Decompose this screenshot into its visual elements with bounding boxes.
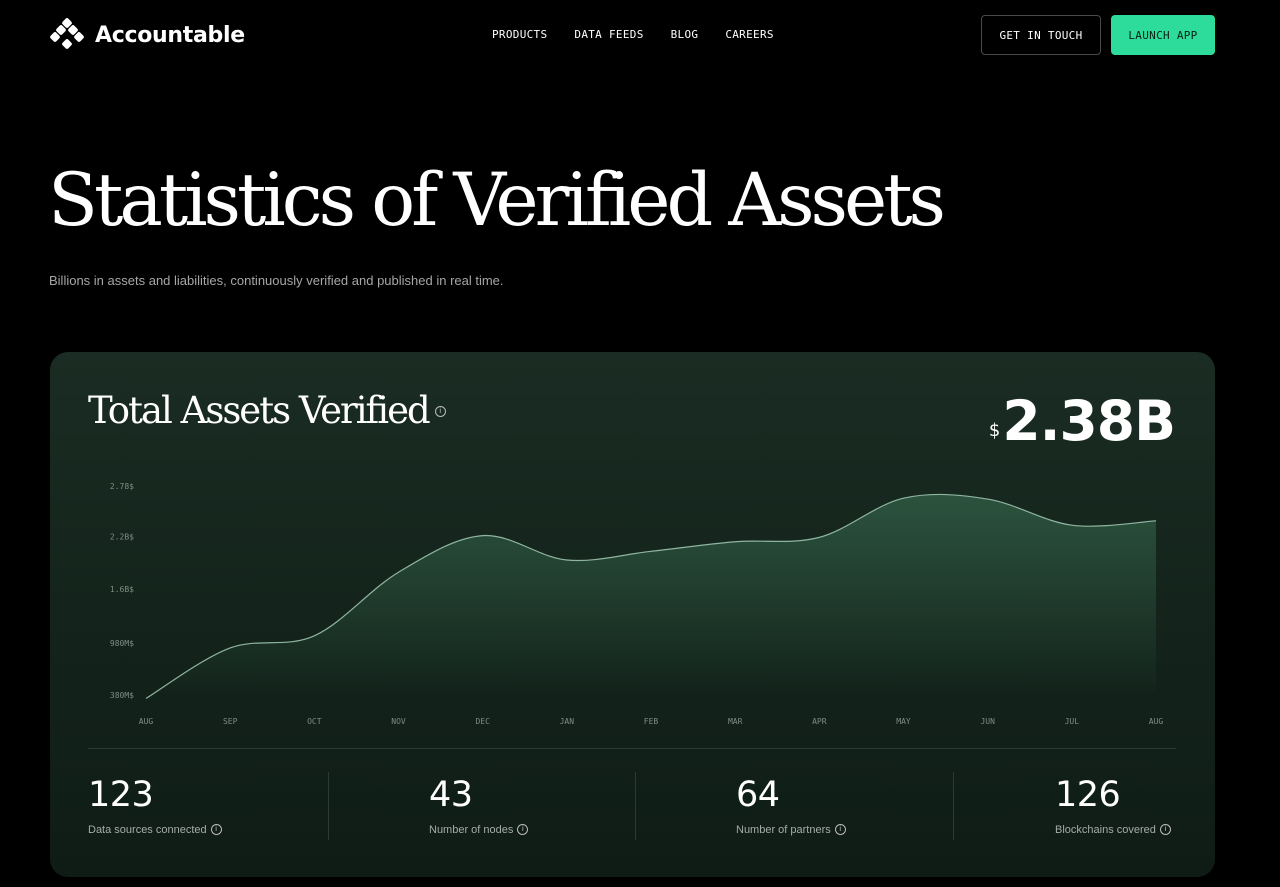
info-icon[interactable]: i xyxy=(1159,823,1171,835)
y-axis-ticks: 2.78$ 2.2B$ 1.6B$ 980M$ 380M$ xyxy=(110,482,134,700)
info-icon[interactable]: i xyxy=(434,406,446,417)
x-tick-label: MAY xyxy=(896,717,911,726)
nav-products[interactable]: PRODUCTS xyxy=(492,28,547,41)
stat-value: 64 xyxy=(736,775,780,815)
stat-separator xyxy=(328,772,329,840)
x-tick-label: OCT xyxy=(307,717,322,726)
stat-label: Blockchains covered xyxy=(1055,824,1156,836)
x-tick-label: MAR xyxy=(728,717,743,726)
x-tick-label: APR xyxy=(812,717,827,726)
chart-area xyxy=(146,494,1156,699)
total-assets-value: $ 2.38B xyxy=(988,389,1176,453)
brand-logo[interactable]: Accountable xyxy=(49,17,245,53)
x-tick-label: DEC xyxy=(475,717,490,726)
panel-title-text: Total Assets Verified xyxy=(88,389,431,432)
stat-blockchains: 126 Blockchains covered i xyxy=(1055,778,1171,836)
info-icon[interactable]: i xyxy=(210,823,222,835)
stat-data-sources: 123 Data sources connected i xyxy=(88,778,222,836)
stat-value: 43 xyxy=(429,775,473,815)
stat-label-wrap: Number of nodes i xyxy=(429,823,529,836)
x-tick-label: AUG xyxy=(1149,717,1164,726)
x-axis-ticks: AUG SEP OCT NOV DEC JAN FEB MAR APR MAY JUN JUL AUG xyxy=(139,717,1164,726)
x-tick-label: NOV xyxy=(391,717,406,726)
x-tick-label: JUN xyxy=(980,717,995,726)
panel-title: Total Assets Verified i xyxy=(88,392,446,429)
stat-value: 126 xyxy=(1055,775,1121,815)
assets-panel: 2.78$ 2.2B$ 1.6B$ 980M$ 380M$ AUG SEP OCT NOV DE… xyxy=(50,352,1215,877)
y-tick-label: 2.78$ xyxy=(110,482,134,491)
y-tick-label: 2.2B$ xyxy=(110,533,134,542)
total-value: 2.38B xyxy=(1002,389,1176,453)
nav-blog[interactable]: BLOG xyxy=(671,28,699,41)
stat-label-wrap: Data sources connected i xyxy=(88,823,222,836)
stat-separator xyxy=(953,772,954,840)
y-tick-label: 1.6B$ xyxy=(110,585,134,594)
stat-nodes: 43 Number of nodes i xyxy=(429,775,529,836)
main-menu: PRODUCTS DATA FEEDS BLOG CAREERS xyxy=(492,28,774,41)
x-tick-label: JAN xyxy=(560,717,575,726)
stat-label-wrap: Number of partners i xyxy=(736,823,846,836)
info-icon[interactable]: i xyxy=(517,823,529,835)
stat-label-wrap: Blockchains covered i xyxy=(1055,823,1171,836)
total-currency: $ xyxy=(988,420,1001,441)
stat-partners: 64 Number of partners i xyxy=(736,778,846,836)
stat-value: 123 xyxy=(88,775,154,815)
y-tick-label: 980M$ xyxy=(110,639,134,648)
stat-label: Data sources connected xyxy=(88,824,207,836)
page-subtitle: Billions in assets and liabilities, cont… xyxy=(49,273,504,288)
nav-careers[interactable]: CAREERS xyxy=(725,28,773,41)
stat-label: Number of partners xyxy=(736,824,831,836)
brand-name: Accountable xyxy=(95,22,245,48)
stat-separator xyxy=(635,772,636,840)
accountable-logo-icon xyxy=(50,18,84,49)
nav-data-feeds[interactable]: DATA FEEDS xyxy=(574,28,643,41)
x-tick-label: AUG xyxy=(139,717,154,726)
top-nav: Accountable PRODUCTS DATA FEEDS BLOG CAR… xyxy=(0,0,1280,70)
x-tick-label: SEP xyxy=(223,717,238,726)
get-in-touch-button[interactable]: GET IN TOUCH xyxy=(981,15,1101,55)
stat-label: Number of nodes xyxy=(429,824,514,836)
stats-divider xyxy=(88,748,1176,749)
page-title: Statistics of Verified Assets xyxy=(48,158,946,243)
info-icon[interactable]: i xyxy=(834,823,846,835)
y-tick-label: 380M$ xyxy=(110,691,134,700)
x-tick-label: FEB xyxy=(644,717,659,726)
x-tick-label: JUL xyxy=(1065,717,1080,726)
launch-app-button[interactable]: LAUNCH APP xyxy=(1111,15,1215,55)
